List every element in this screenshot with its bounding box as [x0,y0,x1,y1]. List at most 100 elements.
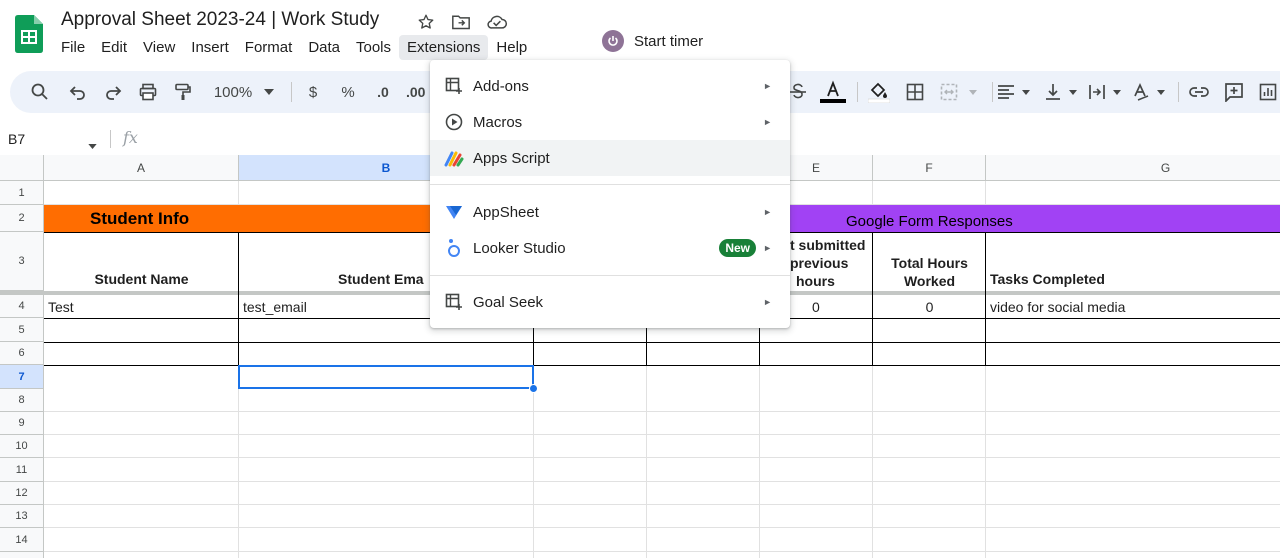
row-header-2[interactable]: 2 [0,205,44,232]
sheets-logo[interactable] [15,15,43,53]
cell-a3[interactable]: Student Name [44,232,239,291]
cell-g4[interactable]: video for social media [986,295,1280,318]
zoom-select[interactable]: 100% [208,79,258,105]
name-box[interactable]: B7 [0,124,108,154]
selected-cell-b7[interactable] [238,365,534,389]
grid-line [44,504,1280,505]
extensions-menu: Add-ons ► Macros ► Apps Script AppSheet … [430,60,790,328]
menu-item-macros[interactable]: Macros ► [430,104,790,140]
header-line: t submitted [790,237,866,253]
menu-item-apps-script[interactable]: Apps Script [430,140,790,176]
insert-chart-icon[interactable] [1256,79,1280,105]
percent-format-button[interactable]: % [336,79,360,105]
cell-g3[interactable]: Tasks Completed [986,232,1280,291]
menu-insert[interactable]: Insert [183,35,237,60]
menu-data[interactable]: Data [300,35,348,60]
grid-line [44,411,1280,412]
cell-f3[interactable]: Total Hours Worked [873,232,986,291]
cell-b3[interactable]: Student Ema [239,232,430,291]
row-header-9[interactable]: 9 [0,412,44,435]
menu-edit[interactable]: Edit [93,35,135,60]
search-menus-icon[interactable] [28,79,52,105]
menu-item-goal-seek[interactable]: Goal Seek ► [430,284,790,320]
insert-comment-icon[interactable] [1221,79,1247,105]
menu-help[interactable]: Help [488,35,535,60]
star-icon[interactable] [415,11,437,33]
cell-border [790,232,1280,233]
fill-color-icon[interactable] [866,79,892,105]
cell-e3[interactable]: t submitted previous hours [790,232,872,291]
decrease-decimal-button[interactable]: .0 [370,79,396,105]
undo-icon[interactable] [66,79,90,105]
text-color-icon[interactable] [818,79,848,105]
merge-cells-icon[interactable] [938,79,982,105]
move-folder-icon[interactable] [450,11,472,33]
row-header-5[interactable]: 5 [0,318,44,342]
chevron-down-icon[interactable] [88,136,97,152]
select-all-corner[interactable] [0,155,44,181]
toolbar-divider [291,82,292,102]
row-header-7[interactable]: 7 [0,365,44,389]
cell-e4[interactable]: 0 [790,295,873,318]
row-header-3[interactable]: 3 [0,232,44,291]
cell-border [238,232,239,366]
row-header-10[interactable]: 10 [0,435,44,458]
submenu-arrow-icon: ► [763,81,772,91]
redo-icon[interactable] [101,79,125,105]
menu-divider [430,275,790,276]
row-header-8[interactable]: 8 [0,389,44,412]
cell-a4[interactable]: Test [44,295,239,318]
row-header-1[interactable]: 1 [0,181,44,205]
menu-file[interactable]: File [53,35,93,60]
menu-item-looker-studio[interactable]: Looker Studio New ► [430,230,790,266]
row-header-12[interactable]: 12 [0,482,44,505]
menu-item-add-ons[interactable]: Add-ons ► [430,68,790,104]
header-line: Total Hours [891,255,968,271]
row-header-6[interactable]: 6 [0,342,44,365]
strikethrough-icon[interactable] [787,79,809,105]
sheets-window: Approval Sheet 2023-24 | Work Study File… [0,0,1280,558]
insert-link-icon[interactable] [1186,79,1212,105]
increase-decimal-button[interactable]: .00 [406,79,430,105]
print-icon[interactable] [136,79,160,105]
paint-format-icon[interactable] [171,79,195,105]
cloud-saved-icon[interactable] [486,11,508,33]
menu-item-appsheet[interactable]: AppSheet ► [430,194,790,230]
menu-item-label: Apps Script [473,149,550,167]
column-header-a[interactable]: A [44,155,239,181]
row-header-14[interactable]: 14 [0,528,44,552]
fill-handle[interactable] [529,384,538,393]
start-timer-label: Start timer [634,32,704,50]
toolbar-divider [857,82,858,102]
currency-format-button[interactable]: $ [302,79,324,105]
new-badge: New [719,239,756,257]
text-rotation-icon[interactable] [1130,79,1170,105]
cell-b4[interactable]: test_email [239,295,429,318]
function-icon: fx [123,128,138,147]
horizontal-align-icon[interactable] [996,79,1034,105]
menu-view[interactable]: View [135,35,183,60]
menu-format[interactable]: Format [237,35,301,60]
vertical-align-icon[interactable] [1042,79,1082,105]
start-timer-button[interactable]: Start timer [602,30,703,52]
borders-icon[interactable] [903,79,927,105]
row-header-11[interactable]: 11 [0,458,44,482]
row-header-4[interactable]: 4 [0,294,44,318]
menu-tools[interactable]: Tools [348,35,399,60]
document-title[interactable]: Approval Sheet 2023-24 | Work Study [61,9,379,31]
chevron-down-icon[interactable] [262,79,276,105]
row-header-13[interactable]: 13 [0,505,44,528]
cell-border [44,232,430,233]
header-line: previous [790,255,849,271]
row-header-15[interactable] [0,552,44,558]
macros-play-icon [444,112,464,132]
grid-line [44,527,1280,528]
form-responses-header-cell[interactable]: Google Form Responses [760,205,1280,232]
column-header-f[interactable]: F [873,155,986,181]
column-header-g[interactable]: G [986,155,1280,181]
looker-studio-icon [444,238,464,258]
cell-f4[interactable]: 0 [873,295,986,318]
menu-extensions[interactable]: Extensions [399,35,489,60]
text-wrapping-icon[interactable] [1087,79,1125,105]
total-hours-header: Total Hours Worked [873,254,986,290]
